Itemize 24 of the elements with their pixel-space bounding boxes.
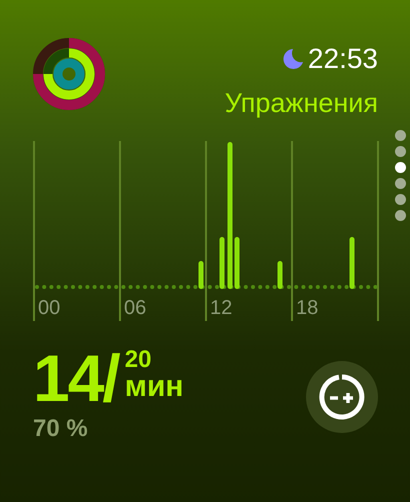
chart-bar <box>220 237 224 289</box>
chart-bar <box>234 237 240 289</box>
screen-title: Упражнения <box>224 88 378 118</box>
page-dot[interactable] <box>395 146 406 157</box>
exercise-minutes: 14/ <box>33 345 119 411</box>
page-dot[interactable] <box>395 194 406 205</box>
page-dot[interactable] <box>395 210 406 221</box>
minus-plus-icon <box>319 374 365 420</box>
page-dot[interactable] <box>395 130 406 141</box>
chart-bar <box>350 237 354 289</box>
moon-icon <box>280 47 305 71</box>
chart-bar <box>278 261 282 289</box>
hour-label: 12 <box>210 297 232 319</box>
goal-percent: 70 % <box>33 415 89 443</box>
goal-unit: мин <box>124 373 184 401</box>
page-dot[interactable] <box>395 162 406 173</box>
hour-label: 00 <box>38 297 60 319</box>
goal-value: 20 <box>124 347 152 373</box>
chart-bar <box>198 261 204 289</box>
activity-rings-icon[interactable] <box>33 38 105 110</box>
clock-time: 22:53 <box>308 44 378 74</box>
hour-label: 06 <box>124 297 146 319</box>
page-dot[interactable] <box>395 178 406 189</box>
hour-label: 18 <box>296 297 318 319</box>
